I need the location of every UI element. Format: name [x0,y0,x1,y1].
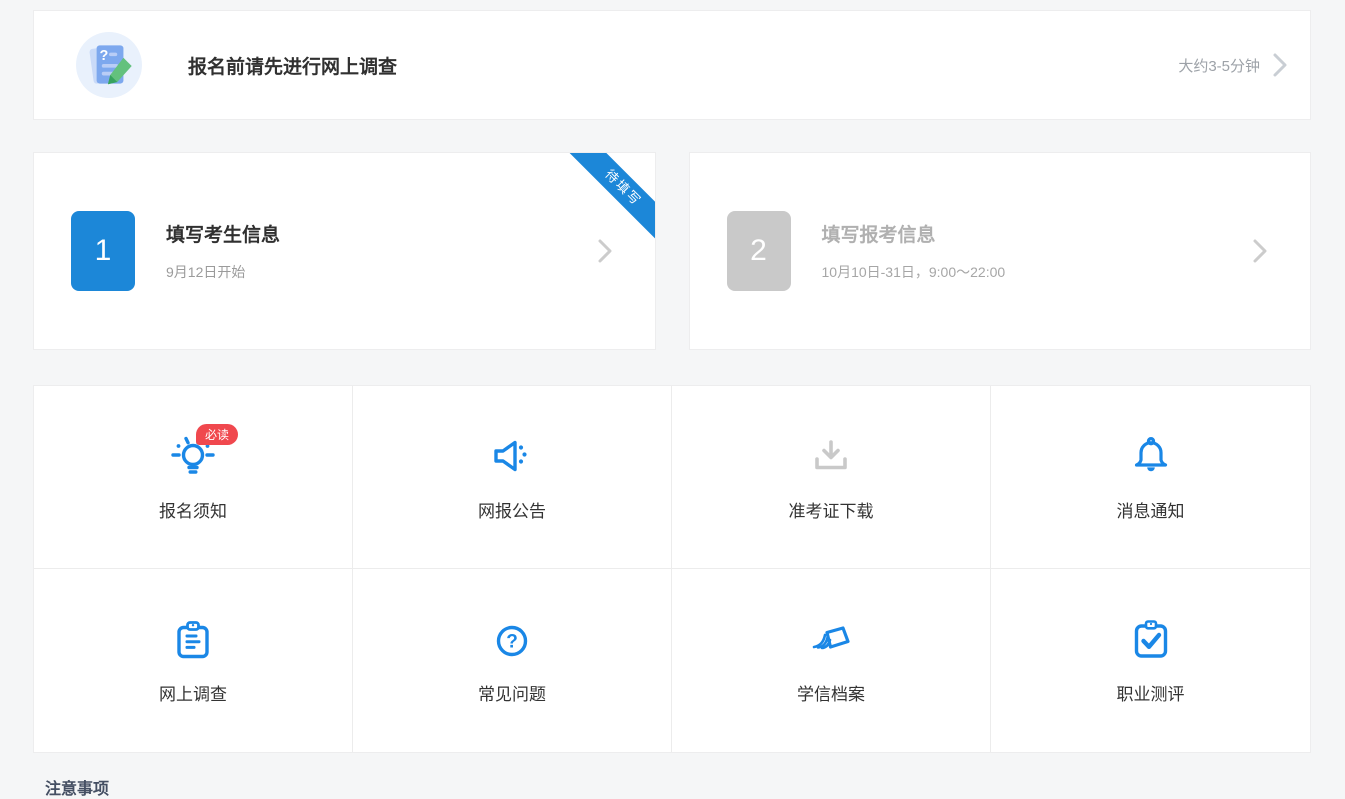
step-card-candidate-info[interactable]: 1 填写考生信息 9月12日开始 待填写 [33,152,656,350]
menu-grid: 必读 报名须知 网报公告 [33,385,1311,753]
pending-ribbon: 待填写 [567,153,655,241]
menu-item-registration-notice[interactable]: 必读 报名须知 [34,386,353,569]
menu-item-online-survey[interactable]: 网上调查 [34,569,353,752]
step-number-badge: 2 [727,211,791,291]
chevron-right-icon [1252,238,1268,264]
svg-text:?: ? [506,632,518,653]
step-card-application-info[interactable]: 2 填写报考信息 10月10日-31日，9:00～22:00 [689,152,1312,350]
menu-item-career-assessment[interactable]: 职业测评 [991,569,1310,752]
menu-item-label: 常见问题 [478,680,546,705]
must-read-badge: 必读 [196,424,238,445]
survey-banner[interactable]: ? 报名前请先进行网上调查 大约3-5分钟 [33,10,1311,120]
menu-item-faq[interactable]: ? 常见问题 [353,569,672,752]
menu-item-label: 职业测评 [1117,680,1185,705]
download-icon [807,434,855,482]
menu-item-label: 学信档案 [797,680,865,705]
step-title: 填写考生信息 [166,220,280,247]
step-subtitle: 9月12日开始 [166,262,280,282]
menu-item-label: 消息通知 [1117,497,1185,522]
menu-item-message-notifications[interactable]: 消息通知 [991,386,1310,569]
menu-item-label: 准考证下载 [789,497,874,522]
menu-item-admission-ticket-download[interactable]: 准考证下载 [672,386,991,569]
bell-icon [1127,434,1175,482]
step-number-badge: 1 [71,211,135,291]
menu-item-label: 报名须知 [159,497,227,522]
steps-row: 1 填写考生信息 9月12日开始 待填写 2 填写报考信息 10月10日-31日… [33,152,1311,350]
clipboard-lines-icon [169,617,217,665]
chevron-right-icon [597,238,613,264]
question-circle-icon: ? [488,617,536,665]
menu-item-xuexin-archive[interactable]: 学信档案 [672,569,991,752]
page-container: ? 报名前请先进行网上调查 大约3-5分钟 1 填写考生信息 9月12日开始 [0,0,1345,799]
step-subtitle: 10月10日-31日，9:00～22:00 [822,262,1006,282]
stacked-pages-icon [807,617,855,665]
menu-item-label: 网上调查 [159,680,227,705]
menu-item-online-announcements[interactable]: 网报公告 [353,386,672,569]
survey-duration-label: 大约3-5分钟 [1178,55,1260,76]
survey-document-pencil-icon: ? [76,32,142,98]
svg-text:?: ? [99,48,108,64]
megaphone-icon [488,434,536,482]
notes-section-heading: 注意事项 [45,775,1311,799]
chevron-right-icon [1272,52,1288,78]
menu-item-label: 网报公告 [478,497,546,522]
survey-banner-title: 报名前请先进行网上调查 [188,52,397,79]
clipboard-check-icon [1127,617,1175,665]
step-title: 填写报考信息 [822,220,1006,247]
